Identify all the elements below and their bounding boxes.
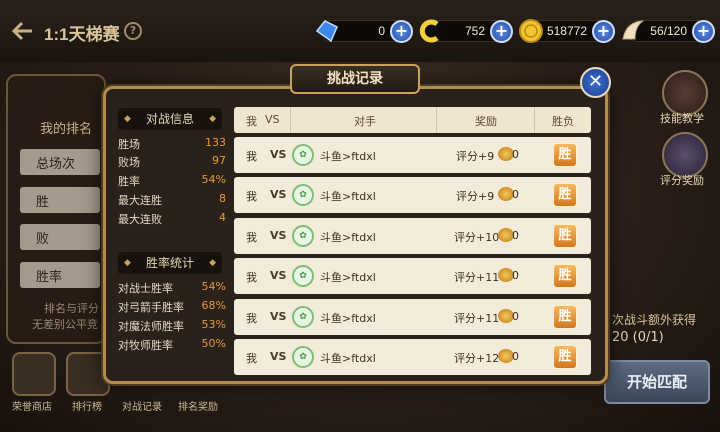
opponent-avatar-icon: ✿	[292, 225, 314, 247]
yellow-c-icon	[419, 19, 439, 43]
opponent-avatar-icon: ✿	[292, 346, 314, 368]
table-row: 我 VS ✿ 斗鱼>ftdxl 评分+9 0 胜	[234, 137, 591, 173]
table-row: 我 VS ✿ 斗鱼>ftdxl 评分+9 0 胜	[234, 177, 591, 213]
blue-crystal-icon	[315, 20, 338, 43]
gold-counter: 518772 +	[519, 19, 615, 43]
battle-info-header: 对战信息	[118, 108, 222, 130]
start-match-button[interactable]: 开始匹配	[604, 360, 710, 404]
col-reward: 奖励	[475, 115, 497, 128]
add-gold-button[interactable]: +	[592, 20, 615, 43]
table-row: 我 VS ✿ 斗鱼>ftdxl 评分+10 0 胜	[234, 218, 591, 254]
win-badge: 胜	[553, 143, 577, 167]
page-title: 1:1天梯赛	[44, 25, 120, 44]
diamond-value: 0	[378, 24, 385, 38]
table-header: 我 VS 对手 奖励 胜负	[234, 107, 591, 133]
back-arrow-icon[interactable]	[12, 21, 34, 41]
table-row: 我 VS ✿ 斗鱼>ftdxl 评分+11 0 胜	[234, 299, 591, 335]
rank-row-win: 胜	[20, 187, 100, 213]
rank-row-loss: 败	[20, 224, 100, 250]
gold-coin-icon	[519, 19, 543, 43]
token-value: 752	[464, 24, 485, 38]
add-diamond-button[interactable]: +	[390, 20, 413, 43]
stat-row: 对牧师胜率 50%	[118, 337, 226, 352]
win-badge: 胜	[553, 224, 577, 248]
win-badge: 胜	[553, 345, 577, 369]
wing-icon	[622, 20, 645, 40]
opponent-avatar-icon: ✿	[292, 184, 314, 206]
stat-row: 最大连胜 8	[118, 192, 226, 207]
opponent-avatar-icon: ✿	[292, 144, 314, 166]
skill-tutorial-label[interactable]: 技能教学	[660, 110, 704, 126]
my-rank-label: 我的排名	[40, 122, 93, 137]
rank-row-winrate: 胜率	[20, 262, 100, 288]
stamina-value: 56/120	[650, 24, 687, 38]
nav-leaderboard[interactable]: 排行榜	[72, 398, 102, 413]
win-badge: 胜	[553, 264, 577, 288]
add-stamina-button[interactable]: +	[692, 20, 715, 43]
stat-row: 最大连败 4	[118, 211, 226, 226]
col-result: 胜负	[552, 115, 574, 128]
nav-rank-rewards[interactable]: 排名奖励	[178, 398, 218, 413]
score-reward-label[interactable]: 评分奖励	[660, 172, 704, 188]
token-counter: 752 +	[419, 19, 513, 43]
table-row: 我 VS ✿ 斗鱼>ftdxl 评分+11 0 胜	[234, 258, 591, 294]
dialog-title: 挑战记录	[290, 64, 420, 94]
win-rate-header: 胜率统计	[118, 252, 222, 274]
stat-row: 对战士胜率 54%	[118, 280, 226, 295]
col-vs: VS	[265, 113, 280, 126]
stat-row: 对弓箭手胜率 68%	[118, 299, 226, 314]
rank-note-2: 无差别公平竞	[32, 318, 98, 331]
stat-row: 败场 97	[118, 154, 226, 169]
table-row: 我 VS ✿ 斗鱼>ftdxl 评分+12 0 胜	[234, 339, 591, 375]
extra-reward-count: 20 (0/1)	[612, 330, 664, 345]
diamond-counter: 0 +	[315, 20, 413, 43]
gold-value: 518772	[546, 24, 587, 38]
win-badge: 胜	[553, 305, 577, 329]
record-table: 我 VS 对手 奖励 胜负 我 VS ✿ 斗鱼>ftdxl 评分+9 0 胜 我…	[234, 107, 591, 375]
opponent-avatar-icon: ✿	[292, 306, 314, 328]
stat-row: 对魔法师胜率 53%	[118, 318, 226, 333]
close-icon[interactable]: ✕	[580, 67, 611, 98]
rank-row-total: 总场次	[20, 149, 100, 175]
stat-row: 胜场 133	[118, 136, 226, 151]
col-opponent: 对手	[354, 115, 376, 128]
stat-row: 胜率 54%	[118, 173, 226, 188]
nav-battle-records[interactable]: 对战记录	[122, 398, 162, 413]
extra-reward-text: 次战斗额外获得	[612, 313, 697, 327]
add-token-button[interactable]: +	[490, 20, 513, 43]
nav-honor-shop[interactable]: 荣誉商店	[12, 398, 52, 413]
win-badge: 胜	[553, 183, 577, 207]
col-me: 我	[246, 115, 257, 128]
opponent-avatar-icon: ✿	[292, 265, 314, 287]
stats-panel: 对战信息 胜场133 败场97 胜率54% 最大连胜8 最大连败4 胜率统计 对…	[110, 102, 230, 377]
rank-note-1: 排名与评分	[44, 302, 99, 315]
stamina-counter: 56/120 +	[622, 20, 715, 43]
honor-shop-icon[interactable]	[12, 352, 56, 396]
top-bar: 1:1天梯赛 ? 0 + 752 + 518772 + 56/120 +	[0, 0, 720, 62]
help-icon[interactable]: ?	[124, 22, 142, 40]
